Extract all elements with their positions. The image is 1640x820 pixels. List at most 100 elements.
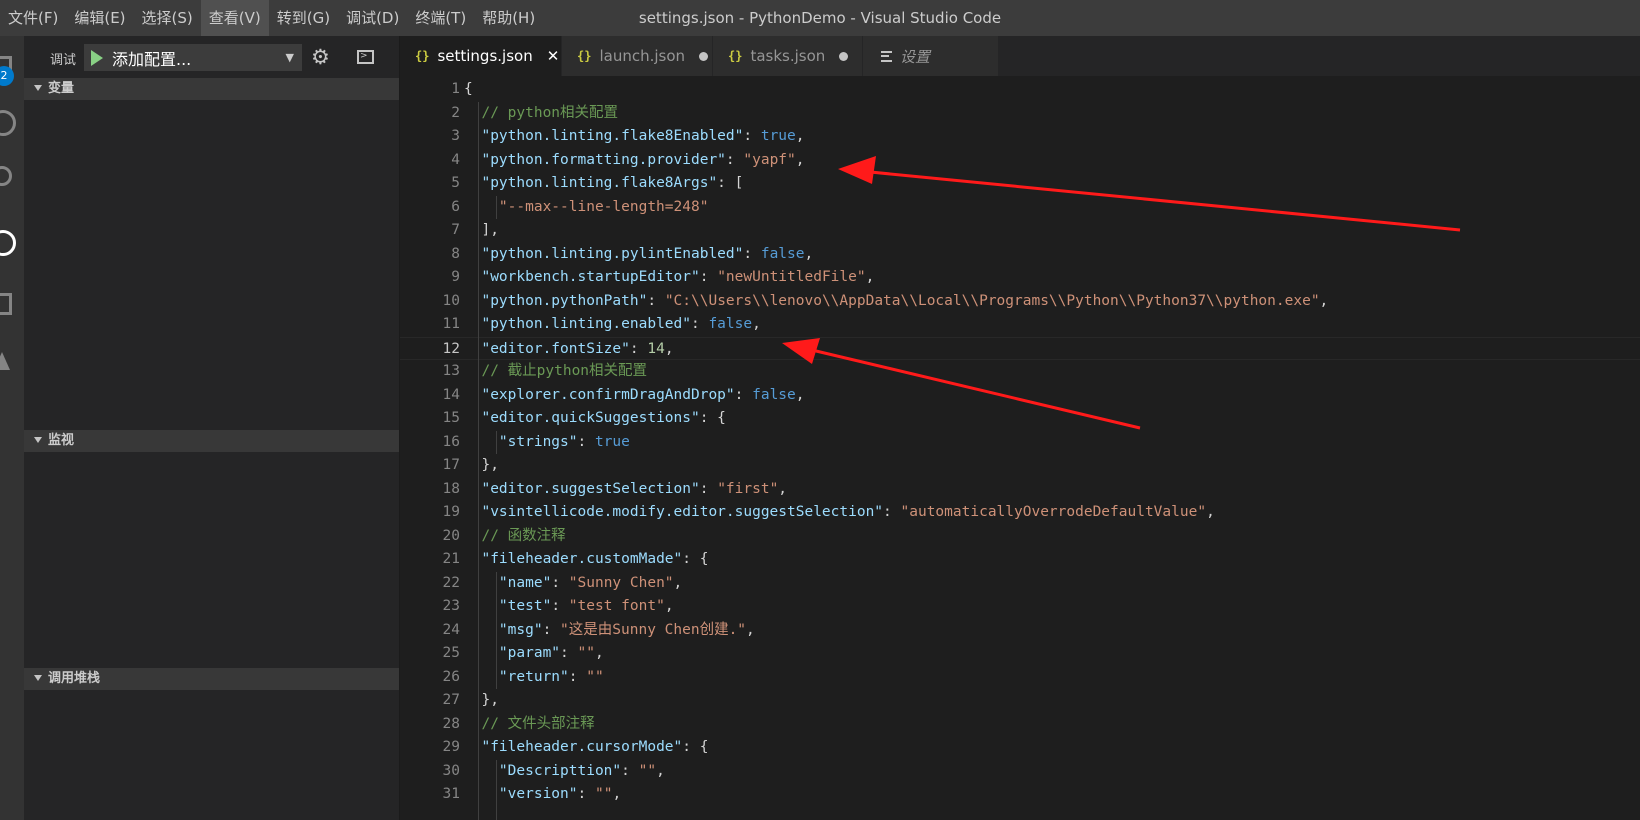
watch-section-header[interactable]: 监视	[24, 430, 399, 452]
code-line[interactable]: 30 "Descripttion": "",	[400, 760, 1640, 783]
code-line[interactable]: 9 "workbench.startupEditor": "newUntitle…	[400, 266, 1640, 289]
indent-guide	[495, 571, 497, 689]
code-token: :	[560, 645, 578, 661]
code-line[interactable]: 24 "msg": "这是由Sunny Chen创建.",	[400, 619, 1640, 642]
line-text: "python.linting.enabled": false,	[464, 313, 761, 336]
code-line[interactable]: 12 "editor.fontSize": 14,	[400, 336, 1640, 361]
code-line[interactable]: 8 "python.linting.pylintEnabled": false,	[400, 243, 1640, 266]
line-number: 26	[442, 668, 460, 685]
code-line[interactable]: 13 // 截止python相关配置	[400, 360, 1640, 383]
code-token: "yapf"	[743, 151, 796, 168]
code-line[interactable]: 31 "version": "",	[400, 783, 1640, 806]
code-token: "python.linting.flake8Args"	[481, 175, 718, 191]
code-line[interactable]: 25 "param": "",	[400, 642, 1640, 665]
code-line[interactable]: 3 "python.linting.flake8Enabled": true,	[400, 125, 1640, 148]
remote-icon[interactable]	[0, 352, 10, 370]
unsaved-dot-icon[interactable]	[699, 51, 709, 61]
callstack-section-header[interactable]: 调用堆栈	[24, 668, 399, 690]
close-icon[interactable]: ✕	[547, 47, 560, 65]
code-line[interactable]: 18 "editor.suggestSelection": "first",	[400, 478, 1640, 501]
tab-settings-ui[interactable]: 设置	[863, 36, 999, 76]
menu-item[interactable]: 终端(T)	[407, 0, 474, 36]
code-line[interactable]: 21 "fileheader.customMade": {	[400, 548, 1640, 571]
code-line[interactable]: 4 "python.formatting.provider": "yapf",	[400, 149, 1640, 172]
line-number: 6	[451, 198, 460, 215]
code-line[interactable]: 17 },	[400, 454, 1640, 477]
code-token: :	[699, 480, 718, 497]
code-line[interactable]: 15 "editor.quickSuggestions": {	[400, 407, 1640, 430]
code-line[interactable]: 19 "vsintellicode.modify.editor.suggestS…	[400, 501, 1640, 524]
menu-item[interactable]: 查看(V)	[200, 0, 269, 36]
debug-icon[interactable]	[0, 230, 16, 256]
code-token: "workbench.startupEditor"	[481, 269, 700, 285]
start-debugging-icon[interactable]	[91, 49, 103, 66]
code-token: ,	[795, 386, 805, 403]
code-token: ],	[464, 222, 499, 238]
code-token: true	[594, 433, 630, 450]
code-line[interactable]: 5 "python.linting.flake8Args": [	[400, 172, 1640, 195]
variables-section-header[interactable]: 变量	[24, 78, 399, 100]
code-line[interactable]: 10 "python.pythonPath": "C:\\Users\\leno…	[400, 290, 1640, 313]
line-number: 23	[442, 598, 460, 614]
code-line[interactable]: 11 "python.linting.enabled": false,	[400, 313, 1640, 336]
code-line[interactable]: 28 // 文件头部注释	[400, 713, 1640, 736]
code-line[interactable]: 6 "--max--line-length=248"	[400, 196, 1640, 219]
unsaved-dot-icon[interactable]	[839, 51, 849, 61]
code-line[interactable]: 22 "name": "Sunny Chen",	[400, 572, 1640, 595]
source-control-icon[interactable]	[0, 166, 12, 186]
tab-launch-json[interactable]: {} launch.json	[562, 36, 713, 76]
line-text: "editor.fontSize": 14,	[464, 338, 673, 361]
code-token: :	[743, 245, 761, 262]
line-number: 17	[442, 457, 460, 473]
code-line[interactable]: 2 // python相关配置	[400, 102, 1640, 125]
line-number: 13	[442, 363, 460, 379]
search-icon[interactable]	[0, 110, 16, 136]
code-line[interactable]: 16 "strings": true	[400, 431, 1640, 454]
code-token: ,	[752, 316, 761, 332]
code-token: "python.linting.flake8Enabled"	[481, 128, 744, 144]
extensions-icon[interactable]	[0, 293, 12, 315]
tab-tasks-json[interactable]: {} tasks.json	[713, 36, 863, 76]
code-line[interactable]: 14 "explorer.confirmDragAndDrop": false,	[400, 384, 1640, 407]
code-token: ,	[804, 245, 814, 262]
line-number: 15	[442, 410, 460, 426]
code-line[interactable]: 27 },	[400, 689, 1640, 712]
menu-item[interactable]: 调试(D)	[338, 0, 407, 36]
code-token: },	[464, 457, 499, 473]
indent-guide	[478, 101, 480, 820]
code-token: ""	[577, 645, 595, 661]
code-line[interactable]: 20 // 函数注释	[400, 525, 1640, 548]
line-text: "python.pythonPath": "C:\\Users\\lenovo\…	[464, 290, 1328, 313]
code-line[interactable]: 26 "return": ""	[400, 666, 1640, 689]
menu-item[interactable]: 编辑(E)	[66, 0, 133, 36]
code-line[interactable]: 1{	[400, 78, 1640, 101]
line-text: "python.formatting.provider": "yapf",	[464, 149, 804, 172]
code-editor[interactable]: 1{2 // python相关配置 3 "python.linting.flake…	[400, 76, 1640, 820]
code-line[interactable]: 7 ],	[400, 219, 1640, 242]
launch-config-label: 添加配置...	[112, 49, 192, 69]
tab-settings-json[interactable]: {} settings.json ✕	[400, 36, 562, 76]
line-number: 11	[442, 316, 460, 332]
editor-tabs: {} settings.json ✕ {} launch.json {} tas…	[400, 36, 1640, 76]
code-line[interactable]: 29 "fileheader.cursorMode": {	[400, 736, 1640, 759]
line-number: 7	[451, 222, 460, 238]
menu-item[interactable]: 文件(F)	[0, 0, 66, 36]
launch-config-select[interactable]: 添加配置... ▼	[84, 44, 302, 71]
line-number: 25	[442, 645, 460, 661]
menu-item[interactable]: 选择(S)	[134, 0, 201, 36]
menu-item[interactable]: 转到(G)	[269, 0, 338, 36]
notification-badge: 2	[0, 66, 14, 86]
debug-console-icon[interactable]: >	[357, 50, 374, 64]
menu-item[interactable]: 帮助(H)	[474, 0, 543, 36]
gear-icon[interactable]: ⚙	[311, 47, 330, 68]
code-token: "return"	[498, 668, 569, 685]
code-token: ,	[778, 480, 788, 497]
line-text: // 截止python相关配置	[464, 360, 647, 383]
debug-title: 调试	[50, 52, 77, 68]
code-line[interactable]: 23 "test": "test font",	[400, 595, 1640, 618]
line-text: },	[464, 454, 499, 477]
